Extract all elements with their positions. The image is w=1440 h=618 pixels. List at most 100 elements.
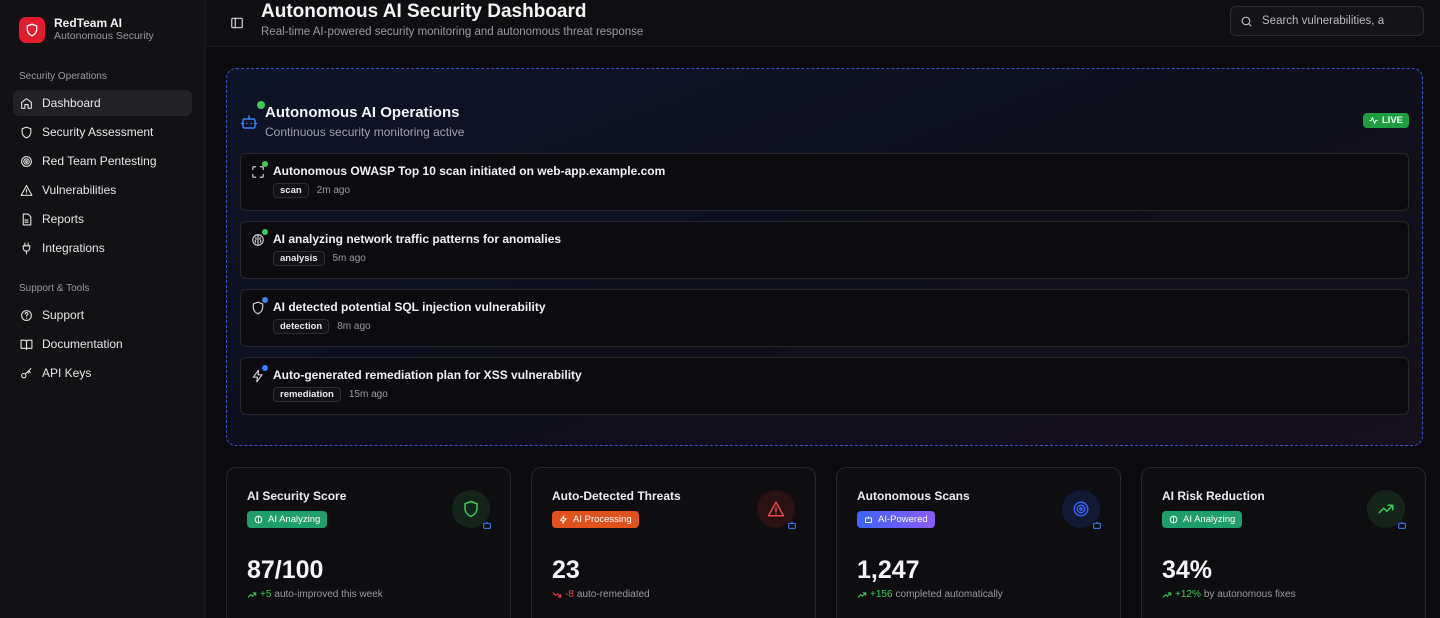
delta-value: +12% (1175, 589, 1201, 600)
shield-icon (21, 126, 32, 138)
header: Autonomous AI Security Dashboard Real-ti… (206, 0, 1440, 47)
nav-security-operations: Dashboard Security Assessment Red Team P… (13, 90, 192, 261)
sidebar-item-label: Support (42, 308, 85, 322)
sidebar-item-reports[interactable]: Reports (13, 206, 192, 232)
delta-value: +5 (260, 589, 272, 600)
sidebar-item-integrations[interactable]: Integrations (13, 235, 192, 261)
activity-text: AI detected potential SQL injection vuln… (273, 300, 546, 314)
status-dot (262, 229, 268, 235)
status-badge: AI Analyzing (1162, 511, 1243, 528)
autonomous-ai-operations-panel: Autonomous AI Operations Continuous secu… (226, 68, 1423, 446)
sidebar-item-label: API Keys (42, 366, 92, 380)
activity-time: 15m ago (348, 389, 388, 400)
activity-item[interactable]: Autonomous OWASP Top 10 scan initiated o… (240, 153, 1409, 211)
status-badge: AI Analyzing (247, 511, 328, 528)
badge-label: AI-Powered (878, 514, 928, 525)
brain-icon (252, 234, 264, 246)
key-icon (21, 367, 32, 378)
document-icon (22, 213, 32, 225)
search-box[interactable] (1230, 6, 1424, 36)
sidebar-item-label: Documentation (42, 337, 123, 351)
stat-card-auto-detected-threats[interactable]: Auto-Detected Threats AI Processing 23 -… (531, 467, 816, 618)
sidebar-item-dashboard[interactable]: Dashboard (13, 90, 192, 116)
card-value: 23 (552, 556, 580, 584)
sidebar: RedTeam AI Autonomous Security Security … (0, 0, 206, 618)
activity-text: Auto-generated remediation plan for XSS … (273, 368, 582, 382)
stat-card-ai-security-score[interactable]: AI Security Score AI Analyzing 87/100 +5… (226, 467, 511, 618)
live-label: LIVE (1381, 115, 1403, 126)
activity-tag: remediation (273, 387, 341, 402)
live-badge: LIVE (1362, 113, 1409, 128)
nav-support-tools: Support Documentation API Keys (13, 302, 192, 386)
activity-item[interactable]: AI detected potential SQL injection vuln… (240, 289, 1409, 347)
delta-text: completed automatically (895, 589, 1003, 600)
bot-icon (483, 521, 491, 529)
active-status-dot (257, 101, 265, 109)
search-input[interactable] (1262, 15, 1412, 27)
card-delta: +156 completed automatically (857, 589, 1100, 600)
scan-icon (252, 166, 264, 178)
activity-feed: Autonomous OWASP Top 10 scan initiated o… (240, 153, 1409, 415)
section-label-security-operations: Security Operations (19, 71, 107, 82)
trending-up-icon (247, 591, 257, 598)
activity-time: 5m ago (332, 253, 366, 264)
activity-tag: scan (273, 183, 309, 198)
bot-icon (240, 101, 265, 131)
brand[interactable]: RedTeam AI Autonomous Security (13, 14, 192, 45)
activity-text: AI analyzing network traffic patterns fo… (273, 232, 562, 246)
sidebar-item-label: Red Team Pentesting (42, 154, 157, 168)
brain-icon (1169, 515, 1178, 524)
sidebar-item-security-assessment[interactable]: Security Assessment (13, 119, 192, 145)
activity-tag: analysis (273, 251, 325, 266)
activity-item[interactable]: Auto-generated remediation plan for XSS … (240, 357, 1409, 415)
sidebar-item-vulnerabilities[interactable]: Vulnerabilities (13, 177, 192, 203)
activity-time: 8m ago (337, 321, 371, 332)
brain-icon (254, 515, 263, 524)
card-delta: +5 auto-improved this week (247, 589, 490, 600)
card-delta: +12% by autonomous fixes (1162, 589, 1405, 600)
ops-title: Autonomous AI Operations (265, 104, 460, 121)
activity-item[interactable]: AI analyzing network traffic patterns fo… (240, 221, 1409, 279)
sidebar-item-label: Reports (42, 212, 85, 226)
trending-up-icon (857, 591, 867, 598)
status-dot (262, 297, 268, 303)
card-value: 87/100 (247, 556, 324, 584)
sidebar-item-api-keys[interactable]: API Keys (13, 360, 192, 386)
delta-text: auto-remediated (576, 589, 650, 600)
trending-up-icon (1162, 591, 1172, 598)
shield-logo-icon (19, 16, 45, 43)
lightning-icon (252, 369, 263, 383)
stat-card-ai-risk-reduction[interactable]: AI Risk Reduction AI Analyzing 34% +12% … (1141, 467, 1426, 618)
card-value: 34% (1162, 556, 1213, 584)
sidebar-item-red-team-pentesting[interactable]: Red Team Pentesting (13, 148, 192, 174)
bot-icon (1093, 521, 1101, 529)
sidebar-item-label: Vulnerabilities (42, 183, 117, 197)
status-badge: AI-Powered (857, 511, 935, 528)
sidebar-item-label: Integrations (42, 241, 105, 255)
bot-icon (865, 516, 872, 523)
activity-text: Autonomous OWASP Top 10 scan initiated o… (273, 164, 666, 178)
home-icon (21, 97, 32, 109)
badge-label: AI Processing (573, 514, 632, 525)
search-icon (1241, 16, 1252, 26)
ops-subtitle: Continuous security monitoring active (265, 125, 465, 139)
help-circle-icon (21, 309, 32, 321)
brand-name: RedTeam AI (54, 16, 123, 30)
sidebar-item-documentation[interactable]: Documentation (13, 331, 192, 357)
status-dot (262, 161, 268, 167)
stat-card-autonomous-scans[interactable]: Autonomous Scans AI-Powered 1,247 +156 c… (836, 467, 1121, 618)
status-badge: AI Processing (552, 511, 639, 528)
brand-subtitle: Autonomous Security (54, 30, 154, 42)
stat-cards: AI Security Score AI Analyzing 87/100 +5… (226, 467, 1426, 618)
activity-tag: detection (273, 319, 330, 334)
bot-icon (788, 521, 796, 529)
card-delta: -8 auto-remediated (552, 589, 795, 600)
trending-down-icon (552, 591, 562, 598)
sidebar-item-support[interactable]: Support (13, 302, 192, 328)
card-value: 1,247 (857, 556, 920, 584)
sidebar-toggle-icon[interactable] (230, 16, 244, 30)
status-dot (262, 365, 268, 371)
badge-label: AI Analyzing (268, 514, 321, 525)
plug-icon (22, 242, 31, 254)
delta-value: -8 (565, 589, 574, 600)
